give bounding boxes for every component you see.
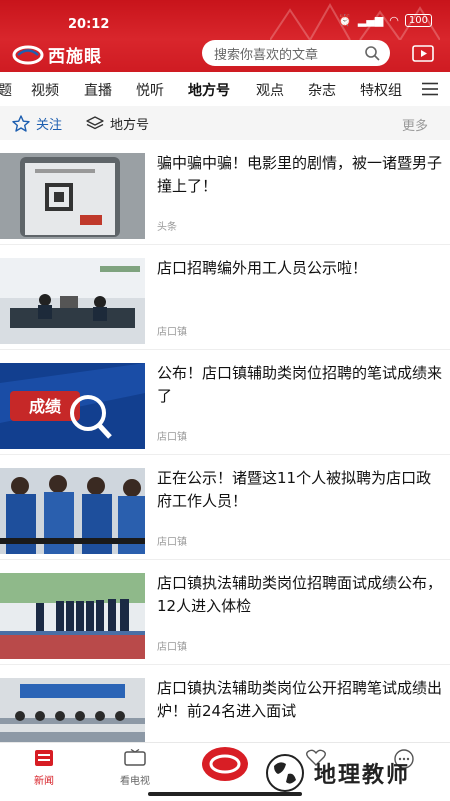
star-icon	[12, 115, 30, 132]
logo-mark-icon	[12, 45, 44, 64]
live-tv-icon[interactable]	[412, 44, 434, 62]
tab-video[interactable]: 视频	[31, 80, 59, 100]
article-title: 店口镇执法辅助类岗位招聘面试成绩公布，12人进入体检	[157, 574, 443, 615]
article-source: 店口镇	[157, 642, 187, 653]
status-icons: ⏰ ▂▄▆ ◠ 100	[338, 14, 432, 27]
tab-opinion[interactable]: 观点	[256, 80, 284, 100]
article-list: 骗中骗中骗！电影里的剧情，被一诸暨男子撞上了！ 头条 店口招聘编外用工人员公示啦…	[0, 140, 450, 770]
wifi-icon: ◠	[389, 14, 399, 27]
watermark-text: 地理教师	[314, 763, 411, 788]
nav-news-label: 新闻	[34, 776, 54, 787]
top-header: 20:12 ⏰ ▂▄▆ ◠ 100 西施眼 搜索你喜欢的文章	[0, 0, 450, 72]
search-icon[interactable]	[364, 45, 380, 61]
article-title: 店口招聘编外用工人员公示啦！	[157, 259, 368, 277]
list-item[interactable]: 骗中骗中骗！电影里的剧情，被一诸暨男子撞上了！ 头条	[0, 140, 450, 245]
local-account-button[interactable]: 地方号	[86, 114, 149, 133]
search-placeholder: 搜索你喜欢的文章	[214, 47, 319, 63]
signal-icon: ▂▄▆	[357, 14, 384, 27]
article-title: 正在公示！诸暨这11个人被拟聘为店口政府工作人员！	[157, 469, 432, 510]
center-logo-button[interactable]	[202, 747, 248, 781]
article-source: 店口镇	[157, 537, 187, 548]
tab-local[interactable]: 地方号	[188, 80, 230, 100]
nav-tv[interactable]: 看电视	[105, 748, 165, 787]
tab-magazine[interactable]: 杂志	[308, 80, 336, 100]
article-source: 店口镇	[157, 432, 187, 443]
alarm-icon: ⏰	[338, 14, 352, 27]
tv-icon	[124, 748, 146, 766]
news-icon	[35, 750, 53, 766]
follow-label: 关注	[36, 118, 63, 133]
center-logo-icon	[209, 754, 241, 774]
channel-tabs: 题 视频 直播 悦听 地方号 观点 杂志 特权组	[0, 72, 450, 106]
search-bar[interactable]: 搜索你喜欢的文章	[202, 40, 390, 66]
thumb-caption: 成绩	[29, 397, 61, 416]
article-thumbnail	[0, 573, 145, 659]
article-title: 店口镇执法辅助类岗位公开招聘笔试成绩出炉！前24名进入面试	[157, 679, 443, 720]
article-source: 头条	[157, 222, 177, 233]
follow-bar: 关注 地方号 更多	[0, 106, 450, 140]
app-name: 西施眼	[48, 47, 102, 67]
nav-news[interactable]: 新闻	[14, 749, 74, 787]
follow-button[interactable]: 关注	[12, 114, 62, 133]
article-source: 店口镇	[157, 327, 187, 338]
article-title: 公布！店口镇辅助类岗位招聘的笔试成绩来了	[157, 364, 443, 405]
local-label: 地方号	[110, 118, 150, 133]
list-item[interactable]: 正在公示！诸暨这11个人被拟聘为店口政府工作人员！ 店口镇	[0, 455, 450, 560]
list-item[interactable]: 店口镇执法辅助类岗位招聘面试成绩公布，12人进入体检 店口镇	[0, 560, 450, 665]
article-thumbnail	[0, 153, 145, 239]
more-link[interactable]: 更多	[402, 115, 428, 134]
watermark: 地理教师	[262, 748, 447, 798]
tab-live[interactable]: 直播	[84, 80, 112, 100]
app-logo: 西施眼	[12, 42, 102, 67]
tab-listen[interactable]: 悦听	[136, 80, 164, 100]
tab-0[interactable]: 题	[0, 80, 12, 100]
list-item[interactable]: 成绩 公布！店口镇辅助类岗位招聘的笔试成绩来了 店口镇	[0, 350, 450, 455]
article-thumbnail	[0, 468, 145, 554]
globe-watermark-icon	[266, 754, 304, 792]
article-thumbnail	[0, 258, 145, 344]
menu-icon[interactable]	[422, 82, 438, 96]
layers-icon	[86, 115, 104, 129]
article-thumbnail: 成绩	[0, 363, 145, 449]
home-indicator	[148, 792, 302, 796]
tab-privilege[interactable]: 特权组	[360, 80, 402, 100]
nav-tv-label: 看电视	[120, 776, 150, 787]
list-item[interactable]: 店口招聘编外用工人员公示啦！ 店口镇	[0, 245, 450, 350]
battery-icon: 100	[404, 14, 432, 27]
article-title: 骗中骗中骗！电影里的剧情，被一诸暨男子撞上了！	[157, 154, 443, 195]
status-time: 20:12	[68, 17, 110, 32]
